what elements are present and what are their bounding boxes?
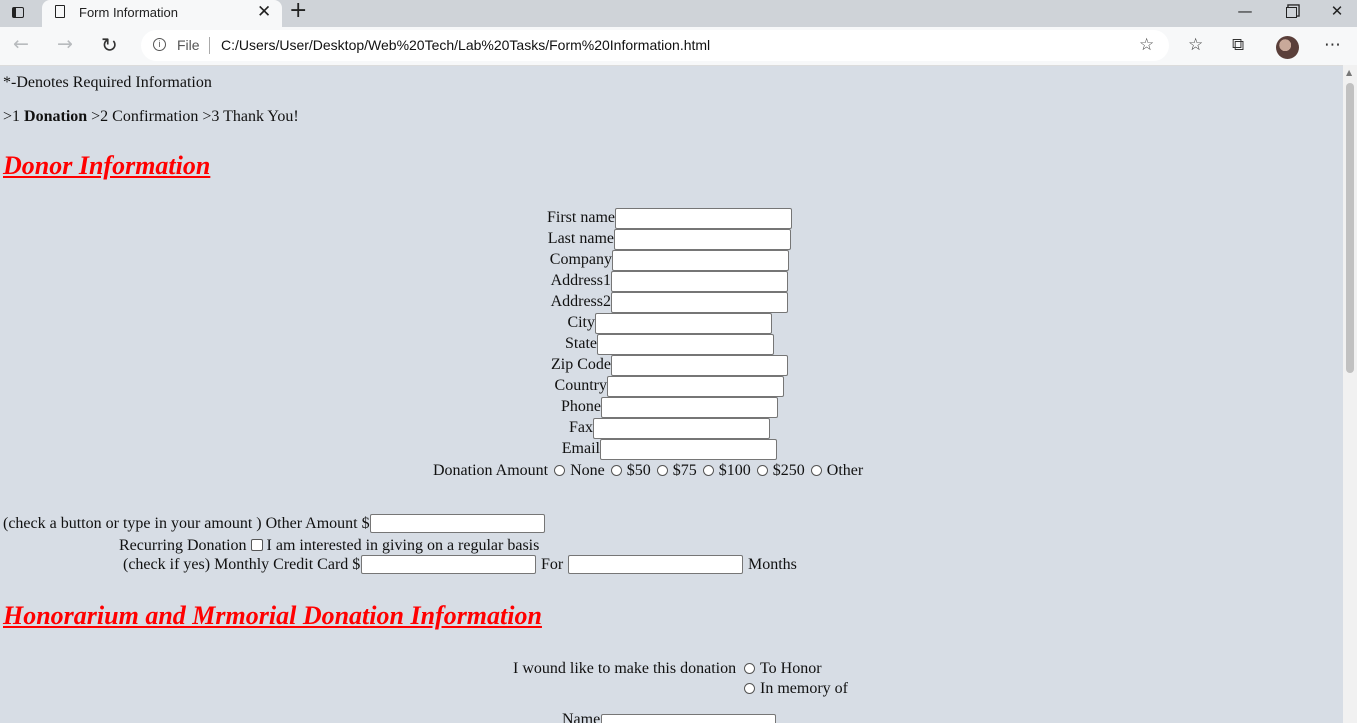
in-memory-option: In memory of (738, 680, 848, 698)
field-label: Company (549, 251, 612, 268)
donation-amount-radio[interactable] (554, 465, 566, 476)
reload-icon[interactable]: ↻ (101, 33, 118, 57)
field-input[interactable] (600, 439, 777, 460)
tab-title: Form Information (79, 5, 178, 20)
donation-amount-option-label: $75 (672, 462, 697, 479)
recurring-label: Recurring Donation (119, 537, 247, 554)
donation-amount-radio[interactable] (756, 465, 768, 476)
restore-button[interactable] (1268, 0, 1314, 27)
recurring-checkbox-label: I am interested in giving on a regular b… (266, 537, 540, 554)
favorites-icon[interactable]: ☆ (1188, 35, 1203, 55)
months-label: Months (748, 556, 797, 573)
field-input[interactable] (612, 250, 789, 271)
field-input[interactable] (615, 208, 792, 229)
field-label: Country (554, 377, 607, 394)
restore-icon (1285, 7, 1297, 18)
donation-amount-label: Donation Amount (433, 462, 549, 479)
more-options-icon[interactable]: ⋯ (1324, 35, 1341, 55)
forward-arrow-icon[interactable]: → (57, 33, 73, 55)
recurring-row: Recurring Donation I am interested in giv… (119, 537, 539, 555)
donation-amount-option-label: Other (826, 462, 864, 479)
step-indicator: >1 Donation >2 Confirmation >3 Thank You… (3, 108, 299, 126)
field-label: Phone (561, 398, 601, 415)
donation-amount-option-label: $50 (626, 462, 651, 479)
tab-actions-button[interactable] (6, 3, 30, 23)
address-bar[interactable]: i File C:/Users/User/Desktop/Web%20Tech/… (141, 30, 1169, 61)
new-tab-icon[interactable]: + (289, 0, 307, 23)
remaining-steps: >2 Confirmation >3 Thank You! (87, 108, 299, 125)
browser-toolbar: ← → ↻ i File C:/Users/User/Desktop/Web%2… (0, 27, 1357, 66)
honoree-name-input[interactable] (601, 714, 776, 723)
donation-amount-radio[interactable] (810, 465, 822, 476)
page-icon (55, 5, 65, 18)
other-amount-label: (check a button or type in your amount )… (3, 515, 370, 532)
field-input[interactable] (611, 292, 788, 313)
in-memory-radio[interactable] (744, 683, 755, 694)
back-arrow-icon[interactable]: ← (13, 33, 29, 55)
info-icon[interactable]: i (153, 38, 166, 51)
field-label: First name (547, 209, 615, 226)
collections-icon[interactable]: ⧉ (1232, 35, 1244, 55)
field-input[interactable] (614, 229, 791, 250)
donation-amount-option-label: $100 (718, 462, 751, 479)
tab-close-icon[interactable]: ✕ (257, 2, 271, 22)
in-memory-label: In memory of (760, 680, 848, 697)
close-window-button[interactable]: ✕ (1314, 0, 1357, 27)
required-note: *-Denotes Required Information (3, 74, 212, 91)
to-honor-label: To Honor (760, 660, 822, 677)
minimize-button[interactable]: — (1222, 0, 1268, 27)
recurring-checkbox[interactable] (250, 539, 263, 551)
field-label: Last name (547, 230, 614, 247)
address-scheme-label: File (177, 37, 200, 53)
browser-tab[interactable]: Form Information ✕ (42, 0, 282, 27)
field-label: City (567, 314, 595, 331)
minimize-icon: — (1237, 2, 1253, 20)
donation-amount-row: Donation Amount None $50 $75 $100 $250 Other (433, 462, 863, 480)
to-honor-option: To Honor (738, 660, 822, 678)
page-content: *-Denotes Required Information >1 Donati… (0, 65, 1343, 723)
tab-strip: Form Information ✕ + — ✕ (0, 0, 1357, 27)
other-amount-input[interactable] (370, 514, 545, 533)
to-honor-radio[interactable] (744, 663, 755, 674)
monthly-amount-input[interactable] (361, 555, 536, 574)
field-input[interactable] (607, 376, 784, 397)
field-input[interactable] (595, 313, 772, 334)
field-label: Fax (569, 419, 593, 436)
close-icon: ✕ (1330, 2, 1344, 20)
field-input[interactable] (597, 334, 774, 355)
field-label: Zip Code (551, 356, 611, 373)
donation-amount-radio[interactable] (702, 465, 714, 476)
avatar[interactable] (1276, 36, 1299, 59)
donor-heading: Donor Information (3, 151, 211, 180)
donation-type-label: I wound like to make this donation (513, 660, 737, 677)
field-label: State (565, 335, 597, 352)
name-label: Name (562, 711, 601, 723)
field-label: Address1 (550, 272, 611, 289)
step-prefix: >1 (3, 108, 25, 125)
url-text[interactable]: C:/Users/User/Desktop/Web%20Tech/Lab%20T… (221, 37, 710, 53)
monthly-label: (check if yes) Monthly Credit Card $ (123, 556, 361, 573)
field-input[interactable] (601, 397, 778, 418)
add-favorite-icon[interactable]: ☆ (1139, 35, 1154, 55)
vertical-scrollbar[interactable]: ▲ (1343, 65, 1357, 723)
donation-amount-option-label: $250 (772, 462, 805, 479)
scrollbar-thumb[interactable] (1346, 83, 1354, 373)
donation-amount-radio[interactable] (656, 465, 668, 476)
scroll-up-icon[interactable]: ▲ (1346, 68, 1352, 77)
current-step: Donation (24, 108, 88, 125)
for-label: For (541, 556, 564, 573)
tab-actions-icon (12, 7, 24, 18)
field-label: Email (561, 440, 600, 457)
field-input[interactable] (611, 271, 788, 292)
field-label: Address2 (550, 293, 611, 310)
address-separator (209, 37, 210, 54)
donation-amount-option-label: None (570, 462, 605, 479)
honorarium-heading: Honorarium and Mrmorial Donation Informa… (3, 601, 542, 630)
field-input[interactable] (593, 418, 770, 439)
months-input[interactable] (568, 555, 743, 574)
field-input[interactable] (611, 355, 788, 376)
donation-amount-radio[interactable] (610, 465, 622, 476)
